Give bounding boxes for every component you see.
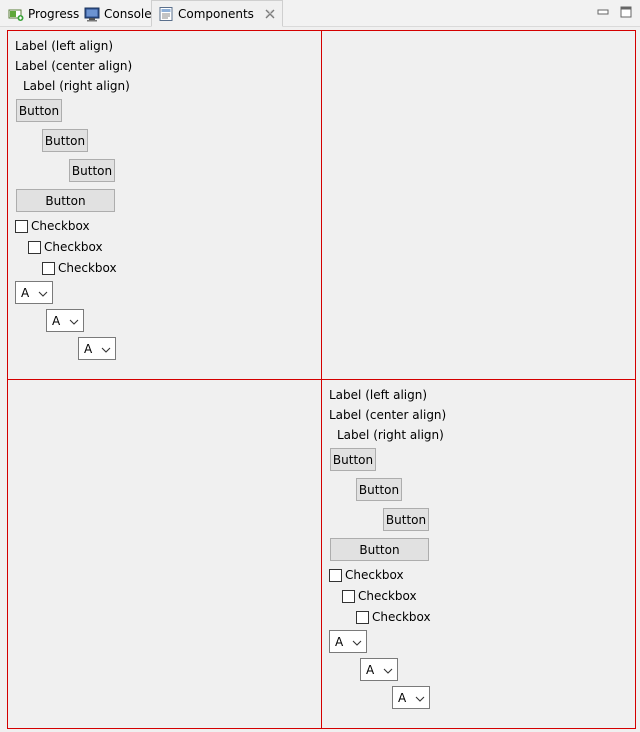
tab-console[interactable]: Console [78, 0, 158, 27]
checkbox-label: Checkbox [44, 240, 103, 254]
checkbox-box[interactable] [42, 261, 55, 275]
tab-components-label: Components [178, 6, 254, 21]
checkbox-center[interactable]: Checkbox [28, 240, 103, 254]
checkbox-box[interactable] [356, 610, 369, 624]
combo-value: A [366, 662, 375, 677]
checkbox-left[interactable]: Checkbox [15, 219, 90, 233]
tab-console-label: Console [104, 6, 152, 21]
label-left-align: Label (left align) [15, 39, 114, 53]
console-icon [84, 6, 100, 22]
chevron-down-icon [38, 286, 48, 300]
combo-center[interactable]: A [360, 658, 398, 681]
checkbox-label: Checkbox [372, 610, 431, 624]
chevron-down-icon [415, 691, 425, 705]
maximize-icon[interactable] [619, 5, 633, 19]
chevron-down-icon [69, 314, 79, 328]
grid-cell-bottom-right: Label (left align) Label (center align) … [321, 379, 636, 729]
label-right-align: Label (right align) [23, 79, 130, 93]
checkbox-box[interactable] [15, 219, 28, 233]
combo-right[interactable]: A [392, 686, 430, 709]
button-left[interactable]: Button [16, 99, 62, 122]
label-right-align: Label (right align) [337, 428, 444, 442]
progress-icon [8, 6, 24, 22]
button-fill[interactable]: Button [16, 189, 115, 212]
chevron-down-icon [101, 342, 111, 356]
button-center[interactable]: Button [42, 129, 88, 152]
combo-value: A [84, 341, 93, 356]
minimize-icon[interactable] [596, 5, 610, 19]
label-left-align: Label (left align) [329, 388, 428, 402]
combo-center[interactable]: A [46, 309, 84, 332]
close-tab-icon[interactable] [264, 8, 276, 20]
tab-progress-label: Progress [28, 6, 80, 21]
button-right[interactable]: Button [383, 508, 429, 531]
checkbox-left[interactable]: Checkbox [329, 568, 404, 582]
tab-components[interactable]: Components [151, 0, 283, 27]
tab-progress[interactable]: Progress [2, 0, 85, 27]
grid-cell-top-left: Label (left align) Label (center align) … [7, 30, 322, 380]
checkbox-label: Checkbox [31, 219, 90, 233]
view-tab-bar: Progress Console Components [0, 0, 640, 27]
combo-value: A [52, 313, 61, 328]
grid-cell-bottom-left [7, 379, 322, 729]
combo-value: A [398, 690, 407, 705]
checkbox-center[interactable]: Checkbox [342, 589, 417, 603]
checkbox-box[interactable] [329, 568, 342, 582]
combo-value: A [335, 634, 344, 649]
checkbox-label: Checkbox [358, 589, 417, 603]
combo-right[interactable]: A [78, 337, 116, 360]
combo-value: A [21, 285, 30, 300]
button-fill[interactable]: Button [330, 538, 429, 561]
checkbox-box[interactable] [342, 589, 355, 603]
checkbox-right[interactable]: Checkbox [42, 261, 117, 275]
checkbox-label: Checkbox [345, 568, 404, 582]
components-icon [158, 6, 174, 22]
checkbox-box[interactable] [28, 240, 41, 254]
button-right[interactable]: Button [69, 159, 115, 182]
label-center-align: Label (center align) [15, 59, 133, 73]
button-center[interactable]: Button [356, 478, 402, 501]
chevron-down-icon [383, 663, 393, 677]
grid-cell-top-right [321, 30, 636, 380]
button-left[interactable]: Button [330, 448, 376, 471]
combo-left[interactable]: A [15, 281, 53, 304]
chevron-down-icon [352, 635, 362, 649]
checkbox-right[interactable]: Checkbox [356, 610, 431, 624]
label-center-align: Label (center align) [329, 408, 447, 422]
combo-left[interactable]: A [329, 630, 367, 653]
checkbox-label: Checkbox [58, 261, 117, 275]
